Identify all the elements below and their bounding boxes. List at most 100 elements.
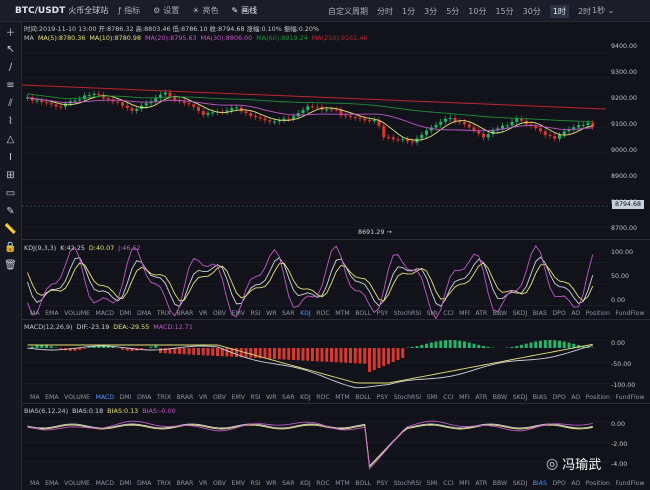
period-tab[interactable]: 30分 [523,6,541,17]
candle [382,125,386,138]
candle [154,97,158,102]
tab-dma[interactable]: DMA [137,480,151,487]
tab-rsi[interactable]: RSI [251,480,261,487]
custom-period[interactable]: 自定义周期 [328,6,368,17]
period-tab[interactable]: 1分 [402,6,415,17]
candle [353,116,357,118]
tab-smi[interactable]: SMI [427,480,438,487]
tab-atr[interactable]: ATR [475,480,487,487]
trash-icon[interactable]: 🗑 [0,256,21,274]
ruler-icon[interactable]: 📏 [0,220,21,238]
candle [230,107,234,111]
tab-stochrsi[interactable]: StochRSI [394,480,422,487]
tab-dpo[interactable]: DPO [552,480,565,487]
candle [268,120,272,122]
tab-ma[interactable]: MA [30,480,40,487]
tab-bias[interactable]: BIAS [533,480,547,487]
candlestick-chart[interactable] [21,40,610,240]
wechat-icon: ◎ [546,455,559,472]
kdj-panel [22,241,650,320]
candle [420,134,424,139]
draw-button[interactable]: ✎ 画线 [231,5,260,16]
settings-button[interactable]: ⚙ 设置 [153,5,182,16]
tab-cci[interactable]: CCI [443,480,453,487]
candle [349,115,352,117]
tab-roc[interactable]: ROC [316,480,330,487]
period-tab[interactable]: 5分 [446,6,459,17]
candle [391,137,395,140]
tab-sar[interactable]: SAR [282,480,295,487]
text-icon[interactable]: Ⅰ [0,148,21,166]
period-tab[interactable]: 3分 [424,6,437,17]
tab-ao[interactable]: AO [571,480,580,487]
pencil-icon[interactable]: ✎ [0,202,21,220]
period-tab[interactable]: 2时 [578,6,591,17]
tab-bbw[interactable]: BBW [493,480,507,487]
grid-icon[interactable]: ⊞ [0,166,21,184]
line-icon[interactable]: ∕ [0,58,21,76]
indicator-button[interactable]: ƒ 指标 [118,5,143,16]
crosshair-icon[interactable]: ＋ [0,22,21,40]
bias-chart[interactable] [22,412,610,472]
gear-icon: ⚙ [153,6,161,15]
tab-dmi[interactable]: DMI [120,480,132,487]
tab-skdj[interactable]: SKDJ [513,480,528,487]
candle [125,105,129,109]
candle [206,113,210,115]
candle [444,118,447,122]
candle [334,109,338,111]
symbol[interactable]: BTC/USDT [15,6,65,16]
candle [510,121,514,126]
tab-trix[interactable]: TRIX [157,480,171,487]
pen-icon: ✎ [231,6,239,15]
indicator-tabs-bias: MA EMA VOLUME MACD DMI DMA TRIX BRAR VR OBV EMV RSI… [30,480,650,487]
ray-icon[interactable]: ≡ [0,76,21,94]
tab-kdj[interactable]: KDJ [300,480,311,487]
candle [73,100,77,102]
candle [49,103,53,105]
lock-icon[interactable]: 🔒 [0,238,21,256]
tab-wr[interactable]: WR [266,480,276,487]
cursor-icon[interactable]: ↖ [0,40,21,58]
rect-icon[interactable]: ▭ [0,184,21,202]
theme-button[interactable]: ☀ 亮色 [192,5,221,16]
period-tab[interactable]: 15分 [495,6,513,17]
period-tab[interactable]: 分时 [377,6,393,17]
tab-vr[interactable]: VR [199,480,208,487]
candle [45,102,48,104]
tab-volume[interactable]: VOLUME [64,480,90,487]
tab-mfi[interactable]: MFI [459,480,470,487]
candle [401,139,405,141]
period-tab[interactable]: 10分 [468,6,486,17]
tab-emv[interactable]: EMV [232,480,245,487]
channel-icon[interactable]: ⫽ [0,94,21,112]
candle [54,104,58,107]
candle [301,109,305,114]
tab-position[interactable]: Position [586,480,610,487]
candle [292,116,295,119]
tab-brar[interactable]: BRAR [176,480,193,487]
tab-psy[interactable]: PSY [377,480,388,487]
triangle-icon[interactable]: △ [0,130,21,148]
tab-mtm[interactable]: MTM [335,480,349,487]
candle [434,124,438,128]
candle [472,127,476,131]
fib-icon[interactable]: ⌇ [0,112,21,130]
candle [425,130,428,135]
period-tab-active[interactable]: 1时 [549,4,569,18]
tab-obv[interactable]: OBV [213,480,226,487]
candle [273,121,276,123]
tab-boll[interactable]: BOLL [355,480,371,487]
candle [577,125,580,128]
candle [439,121,443,125]
candle [97,93,101,95]
tab-macd[interactable]: MACD [95,480,114,487]
current-price-badge: 8794.68 [612,200,645,209]
candle [358,117,362,119]
ma60-line [27,93,593,123]
refresh-interval[interactable]: 1秒 ⌄ [592,5,614,16]
tab-ema[interactable]: EMA [45,480,58,487]
candle [197,106,200,112]
tab-fundflow[interactable]: FundFlow [615,480,644,487]
candle [311,106,314,108]
